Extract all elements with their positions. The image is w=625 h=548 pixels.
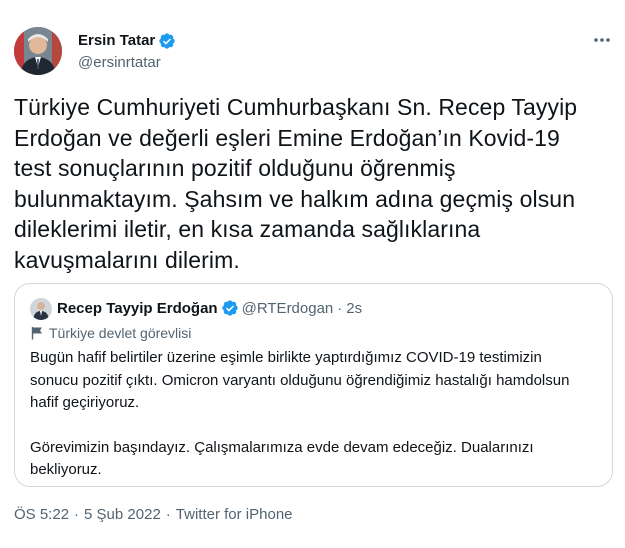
government-official-label: Türkiye devlet görevlisi xyxy=(30,325,191,341)
separator-dot: · xyxy=(165,506,171,523)
quoted-tweet[interactable]: Recep Tayyip Erdoğan @RTErdogan · 2s Tür… xyxy=(14,283,613,487)
more-horizontal-icon[interactable] xyxy=(591,30,613,50)
separator-dot: · xyxy=(74,506,80,523)
quoted-text-line: sonucu pozitif çıktı. Omicron varyantı o… xyxy=(30,371,570,389)
tweet-text: Türkiye Cumhuriyeti Cumhurbaşkanı Sn. Re… xyxy=(14,92,614,275)
author-name[interactable]: Ersin Tatar xyxy=(78,32,155,49)
quoted-text-line: hafif geçiriyoruz. xyxy=(30,394,140,411)
quoted-author-handle: @RTErdogan xyxy=(241,299,334,317)
quoted-text: Bugün hafif belirtiler üzerine eşimle bi… xyxy=(30,347,600,482)
quoted-author-name: Recep Tayyip Erdoğan xyxy=(57,299,218,317)
quoted-paragraph: Bugün hafif belirtiler üzerine eşimle bi… xyxy=(30,347,600,415)
quoted-paragraph: Görevimizin başındayız. Çalışmalarımıza … xyxy=(30,437,600,482)
tweet-text-line: Türkiye Cumhuriyeti Cumhurbaşkanı Sn. Re… xyxy=(14,94,578,120)
quoted-header: Recep Tayyip Erdoğan @RTErdogan · 2s xyxy=(57,299,362,317)
tweet-text-line: test sonuçlarının pozitif olduğunu öğren… xyxy=(14,155,456,181)
verified-badge-icon xyxy=(221,299,239,317)
flag-icon xyxy=(30,326,44,340)
quoted-text-line: Bugün hafif belirtiler üzerine eşimle bi… xyxy=(30,349,542,366)
quoted-author-avatar xyxy=(30,298,52,320)
tweet-date[interactable]: 5 Şub 2022 xyxy=(84,506,161,523)
separator-dot: · xyxy=(337,299,343,317)
tweet-time[interactable]: ÖS 5:22 xyxy=(14,506,69,523)
quoted-text-line: Görevimizin başındayız. Çalışmalarımıza … xyxy=(30,438,534,456)
quoted-timestamp: 2s xyxy=(346,299,363,317)
author-handle[interactable]: @ersinrtatar xyxy=(78,54,176,71)
tweet-text-line: dileklerimi iletir, en kısa zamanda sağl… xyxy=(14,216,481,242)
quoted-text-line: bekliyoruz. xyxy=(30,461,102,478)
label-text: Türkiye devlet görevlisi xyxy=(49,325,192,341)
tweet-source[interactable]: Twitter for iPhone xyxy=(176,506,293,523)
author-avatar[interactable] xyxy=(14,27,62,75)
tweet-text-line: kavuşmalarını dilerim. xyxy=(14,246,240,273)
tweet-meta: ÖS 5:22 · 5 Şub 2022 · Twitter for iPhon… xyxy=(14,506,293,523)
verified-badge-icon xyxy=(158,32,176,50)
tweet-text-line: bulunmaktayım. Şahsım ve halkım adına ge… xyxy=(14,185,576,212)
tweet-text-line: Erdoğan ve değerli eşleri Emine Erdoğan’… xyxy=(14,124,560,151)
tweet: Ersin Tatar @ersinrtatar Türkiye Cumhuri… xyxy=(0,0,625,548)
author-info[interactable]: Ersin Tatar @ersinrtatar xyxy=(78,31,176,71)
